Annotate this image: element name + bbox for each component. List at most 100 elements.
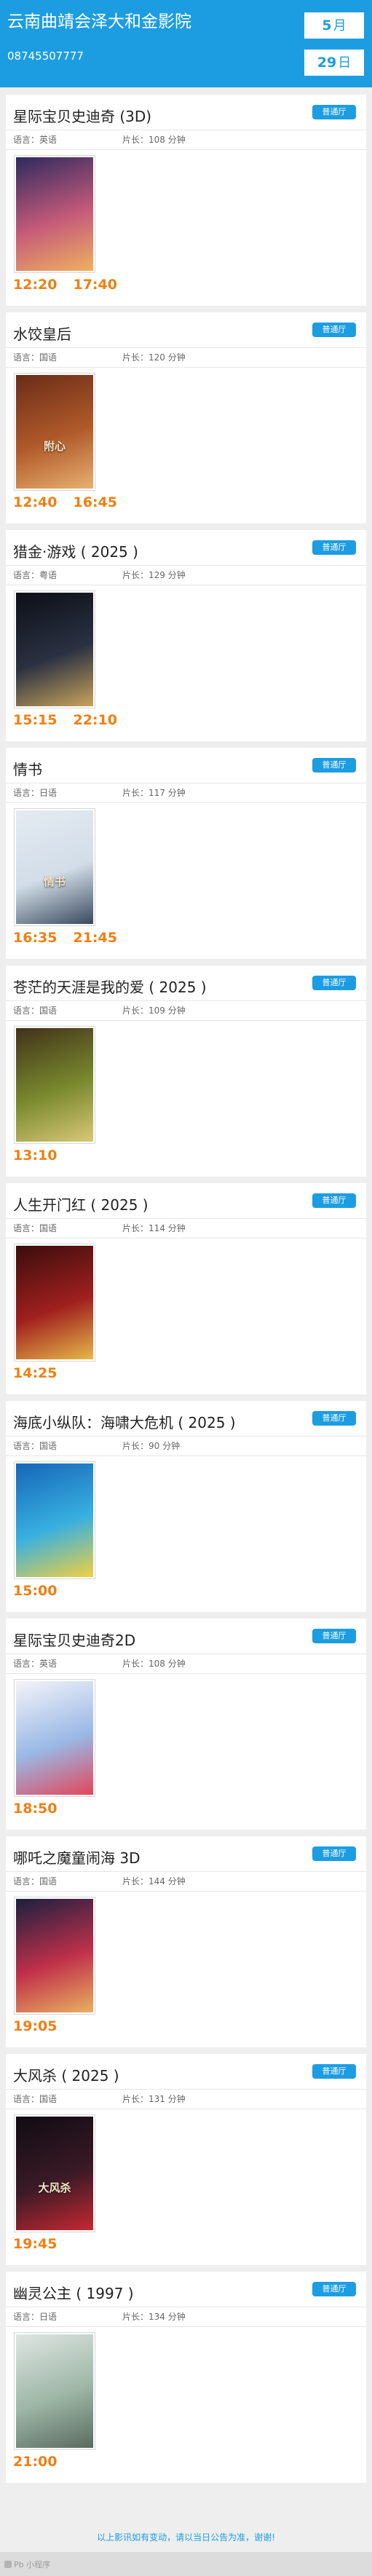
showtime[interactable]: 19:45 (13, 2236, 57, 2252)
movie-length: 片长：129 分钟 (122, 570, 186, 580)
movie-length: 片长：108 分钟 (122, 135, 186, 145)
cinema-name: 云南曲靖会泽大和金影院 (7, 12, 191, 31)
movie-length: 片长：144 分钟 (122, 1876, 186, 1886)
movie-poster[interactable] (15, 1897, 95, 2014)
movie-card[interactable]: 猎金·游戏 ( 2025 ) 普通厅 语言：粤语 片长：129 分钟 15:15 22:1… (6, 530, 366, 741)
movie-info-row: 语言：日语 片长：134 分钟 (6, 2307, 366, 2327)
movie-title[interactable]: 水饺皇后 (13, 323, 71, 344)
movie-card[interactable]: 幽灵公主 ( 1997 ) 普通厅 语言：日语 片长：134 分钟 21:00 (6, 2272, 366, 2483)
movie-poster[interactable]: 附心 (15, 374, 95, 490)
showtime[interactable]: 16:45 (73, 494, 116, 510)
showtime[interactable]: 15:00 (13, 1583, 57, 1599)
month-selector[interactable]: 5月 (304, 12, 364, 39)
movie-card[interactable]: 水饺皇后 普通厅 语言：国语 片长：120 分钟 附心 12:40 16:45 (6, 312, 366, 524)
showtime[interactable]: 19:05 (13, 2018, 57, 2034)
showtimes: 15:15 22:10 (13, 712, 133, 728)
movie-info-row: 语言：国语 片长：114 分钟 (6, 1218, 366, 1238)
showtimes: 13:10 (13, 1147, 73, 1163)
day-selector[interactable]: 29 日 (304, 50, 364, 76)
movie-info-row: 语言：国语 片长：90 分钟 (6, 1436, 366, 1456)
hall-badge: 普通厅 (312, 1411, 356, 1426)
movie-length: 片长：108 分钟 (122, 1659, 186, 1669)
movie-title[interactable]: 大风杀 ( 2025 ) (13, 2064, 119, 2085)
movie-poster[interactable]: 情书 (15, 809, 95, 925)
showtimes: 14:25 (13, 1365, 73, 1381)
showtimes: 16:35 21:45 (13, 930, 133, 946)
showtime[interactable]: 18:50 (13, 1801, 57, 1817)
movie-info-row: 语言：国语 片长：131 分钟 (6, 2089, 366, 2109)
header: 云南曲靖会泽大和金影院 08745507777 5月 29 日 (0, 0, 372, 87)
movie-title[interactable]: 星际宝贝史迪奇 (3D) (13, 105, 151, 126)
hall-badge: 普通厅 (312, 2064, 356, 2079)
movie-length: 片长：131 分钟 (122, 2094, 186, 2104)
movie-info-row: 语言：英语 片长：108 分钟 (6, 1654, 366, 1674)
movie-card[interactable]: 海底小纵队：海啸大危机 ( 2025 ) 普通厅语言：国语 片长：90 分钟 15:0… (6, 1401, 366, 1612)
movie-poster[interactable] (15, 591, 95, 708)
movie-language: 语言：日语 (13, 788, 58, 798)
movie-info-row: 语言：日语 片长：117 分钟 (6, 783, 366, 803)
hall-badge: 普通厅 (312, 323, 356, 337)
movie-info-row: 语言：国语 片长：144 分钟 (6, 1871, 366, 1892)
movie-card[interactable]: 星际宝贝史迪奇2D 普通厅语言：英语 片长：108 分钟 18:50 (6, 1619, 366, 1830)
showtimes: 15:00 (13, 1583, 73, 1599)
showtime[interactable]: 16:35 (13, 930, 57, 946)
brand-logo-icon (4, 2561, 12, 2568)
showtime[interactable]: 12:20 (13, 277, 57, 293)
movie-title[interactable]: 幽灵公主 ( 1997 ) (13, 2282, 134, 2303)
movie-title[interactable]: 情书 (13, 758, 42, 779)
movie-card[interactable]: 人生开门红 ( 2025 ) 普通厅语言：国语 片长：114 分钟 14:25 (6, 1183, 366, 1394)
month-value: 5 (322, 17, 332, 33)
month-unit: 月 (333, 18, 347, 33)
movie-poster[interactable] (15, 2333, 95, 2449)
showtimes: 12:40 16:45 (13, 494, 133, 510)
movie-card[interactable]: 苍茫的天涯是我的爱 ( 2025 ) 普通厅 语言：国语 片长：109 分钟 13:10 (6, 965, 366, 1177)
movie-poster[interactable] (15, 156, 95, 272)
showtime[interactable]: 15:15 (13, 712, 57, 728)
day-value: 29 (317, 55, 337, 71)
movie-poster[interactable] (15, 1027, 95, 1143)
movie-language: 语言：国语 (13, 1876, 58, 1886)
movie-language: 语言：国语 (13, 2094, 58, 2104)
movie-poster[interactable] (15, 1244, 95, 1361)
movie-title[interactable]: 星际宝贝史迪奇2D (13, 1629, 135, 1650)
movie-language: 语言：英语 (13, 1659, 58, 1669)
day-unit: 日 (338, 55, 352, 71)
showtime[interactable]: 12:40 (13, 494, 57, 510)
showtime[interactable]: 22:10 (73, 712, 116, 728)
showtimes: 21:00 (13, 2454, 73, 2470)
showtimes: 19:45 (13, 2236, 73, 2252)
movie-card[interactable]: 星际宝贝史迪奇 (3D) 普通厅 语言：英语 片长：108 分钟 12:20 17:40 (6, 95, 366, 306)
showtimes: 19:05 (13, 2018, 73, 2034)
brand-label: Pb 小程序 (4, 2559, 50, 2570)
movie-info-row: 语言：粤语 片长：129 分钟 (6, 565, 366, 585)
movie-title[interactable]: 海底小纵队：海啸大危机 ( 2025 ) (13, 1411, 236, 1432)
hall-badge: 普通厅 (312, 1846, 356, 1861)
movie-card[interactable]: 哪吒之魔童闹海 3D 普通厅语言：国语 片长：144 分钟 19:05 (6, 1836, 366, 2047)
movie-language: 语言：英语 (13, 135, 58, 145)
movie-language: 语言：粤语 (13, 570, 58, 580)
showtime[interactable]: 21:00 (13, 2454, 57, 2470)
movie-title[interactable]: 苍茫的天涯是我的爱 ( 2025 ) (13, 976, 207, 997)
bottom-bar: Pb 小程序 (0, 2552, 372, 2576)
poster-title-text: 情书 (43, 875, 66, 889)
showtime[interactable]: 21:45 (73, 930, 116, 946)
movie-poster[interactable] (15, 1462, 95, 1579)
showtime[interactable]: 13:10 (13, 1147, 57, 1163)
poster-title-text: 大风杀 (38, 2181, 71, 2195)
movie-card[interactable]: 大风杀 ( 2025 ) 普通厅语言：国语 片长：131 分钟大风杀 19:45 (6, 2054, 366, 2265)
hall-badge: 普通厅 (312, 758, 356, 773)
movie-poster[interactable] (15, 1680, 95, 1796)
movie-length: 片长：109 分钟 (122, 1005, 186, 1016)
hall-badge: 普通厅 (312, 1193, 356, 1208)
movie-card[interactable]: 情书 普通厅 语言：日语 片长：117 分钟 情书 16:35 21:45 (6, 748, 366, 959)
showtime[interactable]: 17:40 (73, 277, 116, 293)
movie-title[interactable]: 人生开门红 ( 2025 ) (13, 1193, 149, 1214)
movie-title[interactable]: 猎金·游戏 ( 2025 ) (13, 540, 138, 561)
phone-number[interactable]: 08745507777 (7, 50, 84, 63)
hall-badge: 普通厅 (312, 1629, 356, 1643)
showtime[interactable]: 14:25 (13, 1365, 57, 1381)
movie-poster[interactable]: 大风杀 (15, 2115, 95, 2232)
movie-info-row: 语言：国语 片长：109 分钟 (6, 1000, 366, 1021)
brand-text: Pb 小程序 (14, 2560, 51, 2569)
movie-title[interactable]: 哪吒之魔童闹海 3D (13, 1846, 140, 1868)
